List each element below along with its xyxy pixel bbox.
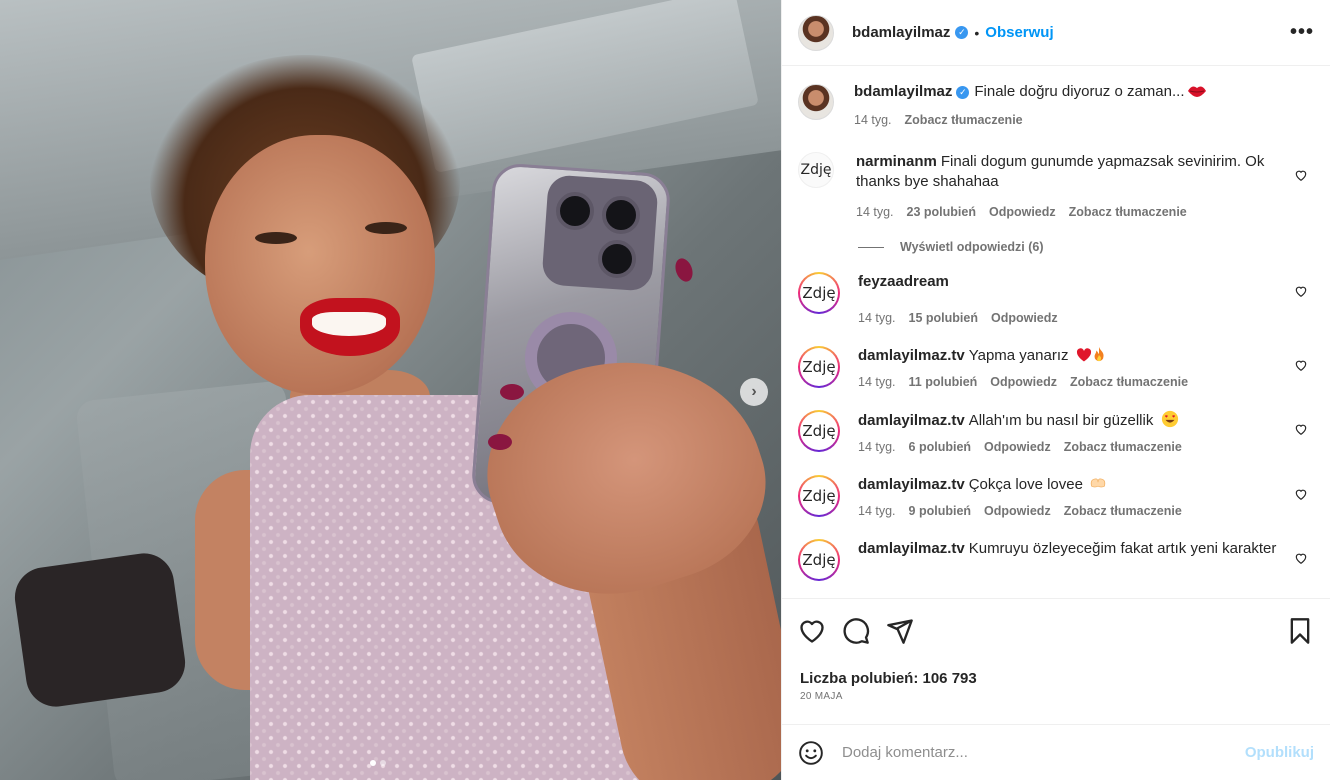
caption-username[interactable]: bdamlayilmaz	[854, 83, 952, 100]
header-separator: •	[974, 24, 980, 41]
comment-item: Zdję feyzaadream 14 tyg. 15 polubień Odp…	[798, 272, 1314, 328]
comment-item: Zdję narminanm Finali dogum gunumde yapma…	[798, 152, 1314, 222]
comment-item: Zdję damlayilmaz.tv Allah'ım bu nasıl bir…	[798, 410, 1314, 457]
heart-icon[interactable]	[798, 617, 826, 645]
reply-button[interactable]: Odpowiedz	[991, 308, 1058, 328]
comment-username[interactable]: damlayilmaz.tv	[858, 476, 965, 493]
comment-username[interactable]: feyzaadream	[858, 273, 949, 290]
like-comment-heart-icon[interactable]	[1294, 284, 1308, 298]
author-username[interactable]: bdamlayilmaz	[852, 24, 950, 41]
post-caption: bdamlayilmaz ✓ Finale doğru diyoruz o zama…	[798, 82, 1314, 130]
add-comment-bar: Opublikuj	[782, 724, 1330, 780]
smiley-icon[interactable]	[798, 740, 824, 766]
comment-text: Çokça love lovee	[968, 476, 1083, 493]
heart-hands-emoji-icon	[1087, 476, 1106, 493]
comment-username[interactable]: damlayilmaz.tv	[858, 540, 965, 557]
comment-item: Zdję damlayilmaz.tv Çokça love lovee 14 t…	[798, 475, 1314, 521]
carousel-dot	[370, 760, 376, 766]
comment-time: 14 tyg.	[856, 205, 894, 219]
likes-section: Liczba polubień: 106 793 20 MAJA	[782, 662, 1330, 724]
translate-link[interactable]: Zobacz tłumaczenie	[905, 110, 1023, 130]
translate-link[interactable]: Zobacz tłumaczenie	[1069, 202, 1187, 222]
caption-text: Finale doğru diyoruz o zaman...	[974, 83, 1185, 100]
instagram-post: › bdamlayilmaz ✓ • Obserwuj ••• bdamlayi…	[0, 0, 1330, 780]
like-comment-heart-icon[interactable]	[1294, 551, 1308, 565]
author-avatar[interactable]	[798, 14, 834, 51]
post-actions	[782, 598, 1330, 662]
bookmark-icon[interactable]	[1286, 617, 1314, 645]
heart-eyes-emoji-icon	[1158, 410, 1179, 429]
like-comment-heart-icon[interactable]	[1294, 358, 1308, 372]
like-comment-heart-icon[interactable]	[1294, 168, 1308, 182]
chevron-right-icon: ›	[751, 383, 757, 400]
comment-username[interactable]: narminanm	[856, 153, 937, 170]
reply-button[interactable]: Odpowiedz	[990, 372, 1057, 392]
translate-link[interactable]: Zobacz tłumaczenie	[1064, 437, 1182, 457]
commenter-avatar[interactable]: Zdję	[798, 475, 840, 517]
verified-badge-icon: ✓	[956, 85, 970, 99]
comment-likes[interactable]: 9 polubień	[909, 501, 972, 521]
comment-username[interactable]: damlayilmaz.tv	[858, 412, 965, 429]
translate-link[interactable]: Zobacz tłumaczenie	[1064, 501, 1182, 521]
comment-item: Zdję damlayilmaz.tv Kumruyu özleyeceğim f…	[798, 539, 1314, 581]
comment-input[interactable]	[842, 744, 1245, 761]
comment-likes[interactable]: 23 polubień	[907, 202, 976, 222]
comment-time: 14 tyg.	[858, 375, 896, 389]
reply-button[interactable]: Odpowiedz	[984, 501, 1051, 521]
comment-time: 14 tyg.	[858, 504, 896, 518]
red-heart-emoji-icon	[1073, 347, 1092, 364]
post-comment-button[interactable]: Opublikuj	[1245, 744, 1314, 761]
commenter-avatar[interactable]: Zdję	[798, 346, 840, 388]
comment-likes[interactable]: 6 polubień	[909, 437, 972, 457]
like-comment-heart-icon[interactable]	[1294, 487, 1308, 501]
comment-time: 14 tyg.	[858, 311, 896, 325]
comment-icon[interactable]	[842, 617, 870, 645]
comment-text: Kumruyu özleyeceğim fakat artık yeni kar…	[968, 540, 1277, 557]
verified-badge-icon: ✓	[955, 26, 969, 39]
fire-emoji-icon	[1092, 346, 1106, 364]
comment-likes[interactable]: 15 polubień	[909, 308, 978, 328]
like-comment-heart-icon[interactable]	[1294, 422, 1308, 436]
comment-item: Zdję damlayilmaz.tv Yapma yanarız 14 tyg.…	[798, 346, 1314, 392]
reply-button[interactable]: Odpowiedz	[989, 202, 1056, 222]
comment-likes[interactable]: 11 polubień	[909, 372, 978, 392]
comment-text: Allah'ım bu nasıl bir güzellik	[968, 412, 1154, 429]
comment-text: Yapma yanarız	[968, 347, 1069, 364]
view-replies-button[interactable]: Wyświetl odpowiedzi (6)	[858, 240, 1314, 254]
comments-list[interactable]: bdamlayilmaz ✓ Finale doğru diyoruz o zama…	[782, 66, 1330, 598]
carousel-indicator	[370, 760, 386, 766]
comment-time: 14 tyg.	[858, 440, 896, 454]
post-header: bdamlayilmaz ✓ • Obserwuj •••	[782, 0, 1330, 66]
post-date: 20 MAJA	[800, 691, 843, 702]
follow-button[interactable]: Obserwuj	[985, 24, 1053, 41]
carousel-next-button[interactable]: ›	[740, 378, 768, 406]
more-options-icon[interactable]: •••	[1290, 21, 1314, 44]
translate-link[interactable]: Zobacz tłumaczenie	[1070, 372, 1188, 392]
commenter-avatar[interactable]: Zdję	[798, 410, 840, 452]
author-avatar[interactable]	[798, 84, 834, 120]
share-icon[interactable]	[886, 617, 914, 645]
commenter-avatar[interactable]: Zdję	[798, 152, 834, 188]
carousel-dot	[380, 760, 386, 766]
comment-username[interactable]: damlayilmaz.tv	[858, 347, 965, 364]
post-side-panel: bdamlayilmaz ✓ • Obserwuj ••• bdamlayilm…	[781, 0, 1330, 780]
commenter-avatar[interactable]: Zdję	[798, 539, 840, 581]
post-photo[interactable]: ›	[0, 0, 781, 780]
likes-count[interactable]: Liczba polubień: 106 793	[800, 670, 1312, 687]
reply-button[interactable]: Odpowiedz	[984, 437, 1051, 457]
commenter-avatar[interactable]: Zdję	[798, 272, 840, 314]
caption-time: 14 tyg.	[854, 113, 892, 127]
kiss-lips-emoji-icon	[1185, 83, 1207, 100]
